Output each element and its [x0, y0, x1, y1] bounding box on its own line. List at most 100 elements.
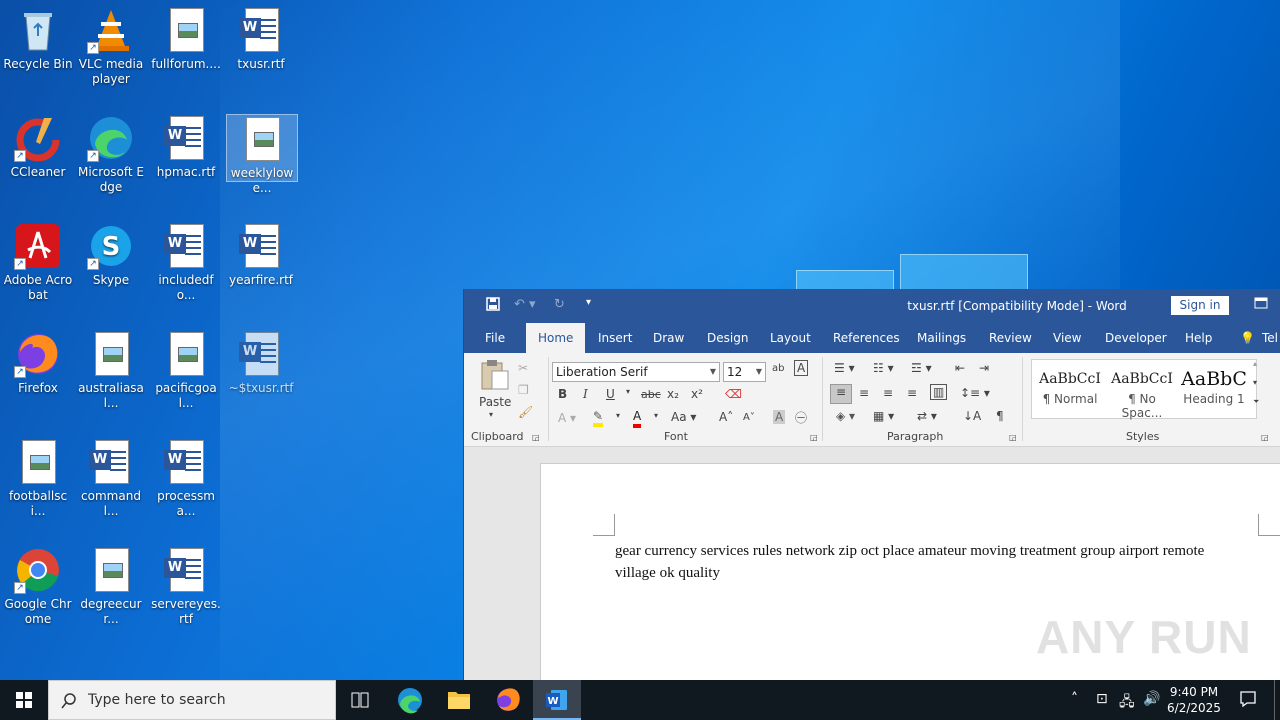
paste-icon[interactable] — [478, 359, 510, 391]
cut-icon[interactable]: ✂ — [518, 361, 528, 375]
borders-icon[interactable]: ▦ ▾ — [873, 409, 894, 423]
show-desktop-button[interactable] — [1274, 680, 1275, 720]
desktop-icon-google-chrome[interactable]: ↗ Google Chrome — [1, 546, 75, 627]
desktop-icon-yearfire-rtf[interactable]: W yearfire.rtf — [224, 222, 298, 288]
tab-home[interactable]: Home — [526, 323, 586, 353]
desktop-icon-degreecurr[interactable]: degreecurr... — [74, 546, 148, 627]
font-name-combo[interactable]: Liberation Serif ▼ — [552, 362, 720, 382]
taskbar-file-explorer-button[interactable] — [435, 680, 483, 720]
desktop-icon-adobe-acrobat[interactable]: ↗ Adobe Acrobat — [1, 222, 75, 303]
tab-file[interactable]: File — [485, 323, 505, 353]
desktop-icon-weeklylowe[interactable]: weeklylowe... — [226, 114, 298, 195]
line-spacing-icon[interactable]: ↕≡ ▾ — [960, 386, 990, 400]
tab-layout[interactable]: Layout — [770, 323, 811, 353]
desktop-icon-microsoft-edge[interactable]: ↗ Microsoft Edge — [74, 114, 148, 195]
format-painter-icon[interactable]: 🖌 — [518, 405, 533, 419]
desktop-icon-footballsci[interactable]: footballsci... — [1, 438, 75, 519]
shading-icon[interactable]: ◈ ▾ — [836, 409, 855, 423]
tab-insert[interactable]: Insert — [598, 323, 632, 353]
tab-review[interactable]: Review — [989, 323, 1032, 353]
title-bar[interactable]: ↶ ▾ ↻ ▾ txusr.rtf [Compatibility Mode] -… — [464, 289, 1280, 323]
desktop-icon-includedfo[interactable]: W includedfo... — [149, 222, 223, 303]
style-no-spacing[interactable]: AaBbCcI ¶ No Spac... — [1106, 366, 1178, 420]
underline-dropdown-icon[interactable]: ▾ — [626, 387, 630, 396]
tab-developer[interactable]: Developer — [1105, 323, 1167, 353]
desktop-icon-temp-txusr-rtf[interactable]: W ~$txusr.rtf — [224, 330, 298, 396]
desktop-icon-australiasal[interactable]: australiasal... — [74, 330, 148, 411]
desktop-icon-fullforum[interactable]: fullforum.... — [149, 6, 223, 72]
font-color-dropdown-icon[interactable]: ▾ — [654, 411, 658, 420]
sort-direction-icon[interactable]: ⇄ ▾ — [917, 409, 937, 423]
tab-references[interactable]: References — [833, 323, 900, 353]
copy-icon[interactable]: ❐ — [518, 383, 529, 397]
paste-dropdown-icon[interactable]: ▾ — [489, 410, 493, 419]
show-formatting-icon[interactable]: ¶ — [996, 409, 1004, 423]
desktop-icon-recycle-bin[interactable]: Recycle Bin — [1, 6, 75, 72]
tab-help[interactable]: Help — [1185, 323, 1212, 353]
meet-now-icon[interactable]: ⊡ — [1096, 691, 1108, 707]
columns-icon[interactable]: ▥ — [930, 384, 948, 400]
numbering-icon[interactable]: ☷ ▾ — [873, 361, 894, 375]
font-size-combo[interactable]: 12 ▼ — [723, 362, 766, 382]
desktop-icon-vlc[interactable]: ↗ VLC media player — [74, 6, 148, 87]
grow-font-icon[interactable]: A˄ — [719, 410, 733, 424]
paragraph-launcher-icon[interactable]: ◲ — [1009, 433, 1017, 442]
increase-indent-icon[interactable]: ⇥ — [979, 361, 989, 375]
document-body-text[interactable]: gear currency services rules network zip… — [615, 540, 1245, 584]
taskbar-firefox-button[interactable] — [484, 680, 532, 720]
style-heading-1[interactable]: AaBbC Heading 1 — [1178, 366, 1250, 406]
character-shading-icon[interactable]: A — [773, 410, 786, 424]
styles-launcher-icon[interactable]: ◲ — [1261, 433, 1269, 442]
taskbar-clock[interactable]: 9:40 PM 6/2/2025 — [1166, 684, 1222, 716]
clipboard-launcher-icon[interactable]: ◲ — [532, 433, 540, 442]
styles-scroll-up-icon[interactable]: ▴ — [1253, 359, 1257, 368]
taskbar-edge-button[interactable] — [386, 680, 434, 720]
change-case-aa-icon[interactable]: Aa ▾ — [671, 410, 696, 424]
tab-draw[interactable]: Draw — [653, 323, 684, 353]
desktop-icon-hpmac-rtf[interactable]: W hpmac.rtf — [149, 114, 223, 180]
style-normal[interactable]: AaBbCcI ¶ Normal — [1034, 366, 1106, 406]
align-center-button[interactable]: ≡ — [859, 386, 869, 400]
task-view-button[interactable] — [336, 680, 384, 720]
subscript-button[interactable]: x₂ — [667, 387, 679, 401]
desktop-icon-servereyes-rtf[interactable]: W servereyes.rtf — [149, 546, 223, 627]
underline-button[interactable]: U — [606, 387, 615, 401]
desktop-icon-txusr-rtf[interactable]: W txusr.rtf — [224, 6, 298, 72]
tab-mailings[interactable]: Mailings — [917, 323, 966, 353]
sign-in-button[interactable]: Sign in — [1171, 296, 1229, 315]
decrease-indent-icon[interactable]: ⇤ — [955, 361, 965, 375]
bullets-icon[interactable]: ☰ ▾ — [834, 361, 855, 375]
desktop-icon-processma[interactable]: W processma... — [149, 438, 223, 519]
notification-center-icon[interactable] — [1239, 690, 1257, 712]
superscript-button[interactable]: x² — [691, 387, 703, 401]
taskbar-search-box[interactable]: Type here to search — [48, 680, 336, 720]
font-color-icon[interactable]: A — [633, 408, 642, 428]
styles-more-icon[interactable]: ⏷ — [1253, 397, 1259, 407]
tab-design[interactable]: Design — [707, 323, 748, 353]
bold-button[interactable]: B — [558, 387, 567, 401]
clear-formatting-icon[interactable]: A — [794, 360, 809, 376]
volume-icon[interactable]: 🔊 — [1143, 691, 1160, 707]
network-icon[interactable]: 🖧 — [1119, 691, 1135, 715]
highlight-dropdown-icon[interactable]: ▾ — [616, 411, 620, 420]
desktop-icon-skype[interactable]: S ↗ Skype — [74, 222, 148, 288]
tab-view[interactable]: View — [1053, 323, 1081, 353]
sort-icon[interactable]: ↓A — [963, 409, 981, 423]
taskbar-word-button[interactable]: W — [533, 680, 581, 720]
font-launcher-icon[interactable]: ◲ — [810, 433, 818, 442]
desktop-icon-ccleaner[interactable]: ↗ CCleaner — [1, 114, 75, 180]
align-right-button[interactable]: ≡ — [883, 386, 893, 400]
justify-button[interactable]: ≡ — [907, 386, 917, 400]
start-button[interactable] — [0, 680, 48, 720]
styles-scroll-down-icon[interactable]: ▾ — [1253, 378, 1257, 387]
desktop-icon-commandl[interactable]: W commandl... — [74, 438, 148, 519]
show-hidden-icons-icon[interactable]: ˄ — [1071, 691, 1078, 707]
eraser-icon[interactable]: ⌫ — [725, 387, 742, 401]
change-case-icon[interactable]: ab — [772, 363, 784, 374]
multilevel-list-icon[interactable]: ☲ ▾ — [911, 361, 932, 375]
desktop-icon-firefox[interactable]: ↗ Firefox — [1, 330, 75, 396]
strikethrough-button[interactable]: abc — [641, 388, 661, 401]
align-left-button[interactable]: ≡ — [830, 384, 852, 404]
shrink-font-icon[interactable]: A˅ — [743, 412, 755, 423]
lightbulb-icon[interactable]: 💡 — [1240, 323, 1255, 353]
